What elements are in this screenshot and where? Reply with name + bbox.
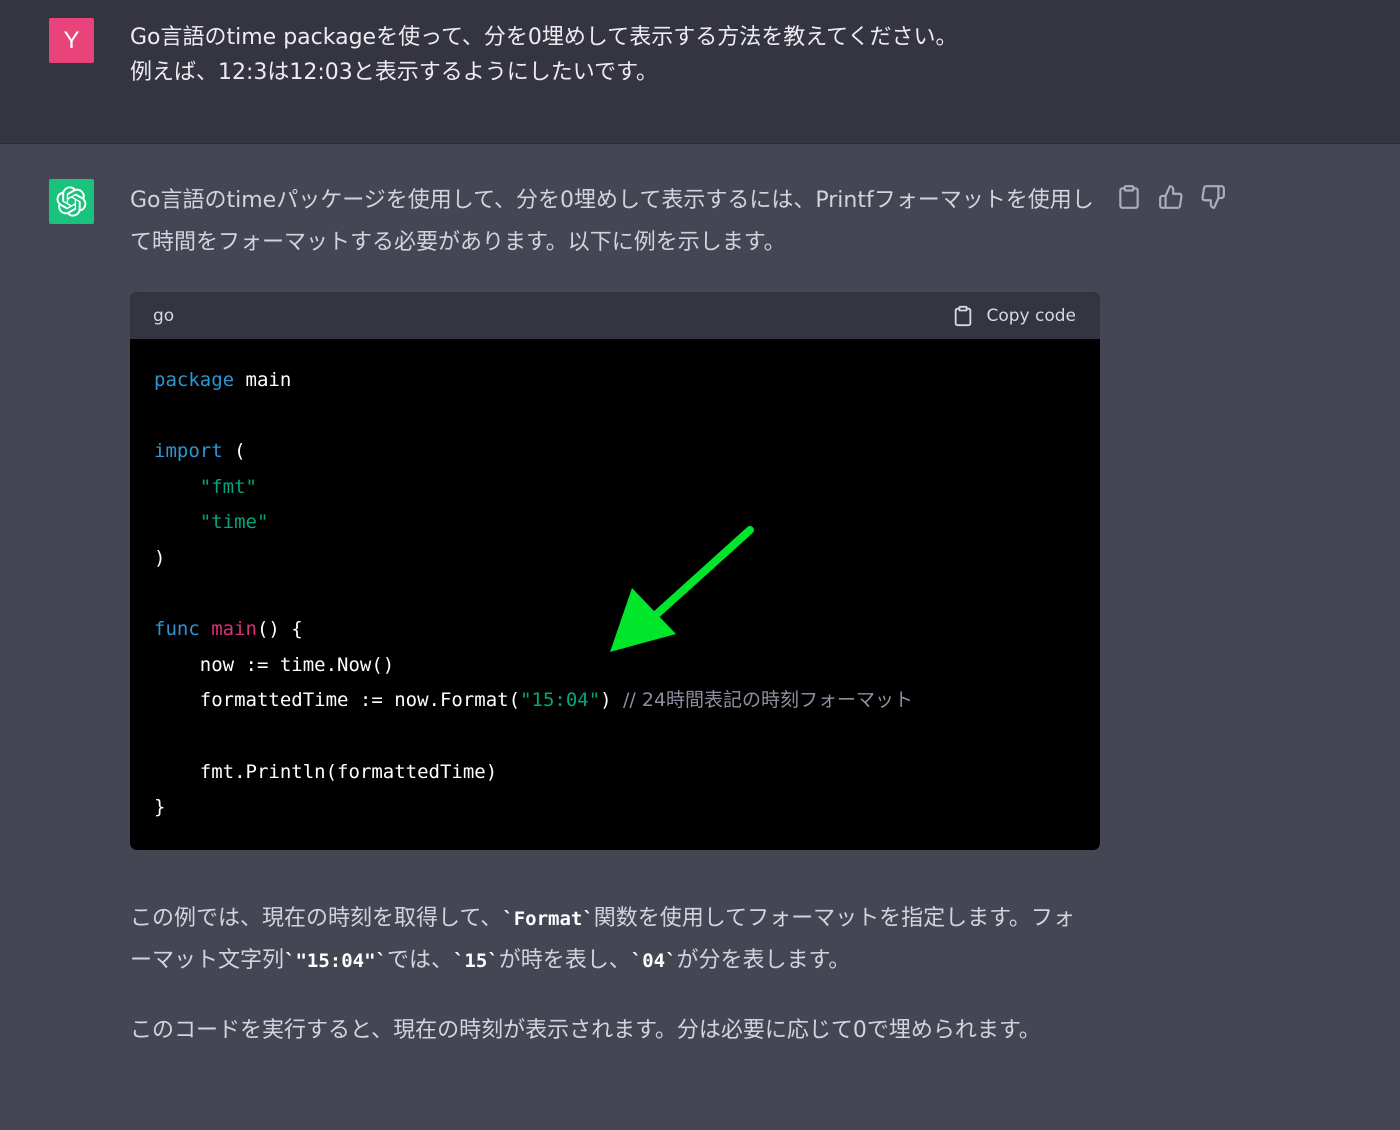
keyword-token: func — [154, 618, 200, 641]
keyword-token: package — [154, 369, 235, 391]
string-token: "time" — [199, 511, 269, 534]
clipboard-icon — [955, 305, 972, 327]
code-block: go Copy code package main import ( "fmt" … — [130, 292, 1100, 850]
user-message-row: Y Go言語のtime packageを使って、分を0埋めして表示する方法を教え… — [0, 0, 1400, 144]
thumbs-up-button[interactable] — [1158, 184, 1186, 212]
code-token: ) — [154, 546, 166, 569]
copy-message-button[interactable] — [1116, 184, 1144, 212]
arrow-shaft — [644, 526, 754, 626]
code-line: "fmt" — [154, 470, 1076, 506]
text-run: この例では、現在の時刻を取得して、 — [130, 906, 503, 931]
code-token: ( — [222, 440, 246, 463]
annotation-arrow-icon — [610, 526, 754, 652]
copy-code-button[interactable]: Copy code — [952, 304, 1076, 328]
user-message-line: 例えば、12:3は12:03と表示するようにしたいです。 — [130, 60, 658, 85]
code-token: ) — [600, 689, 624, 712]
thumbs-down-icon — [1201, 185, 1225, 209]
assistant-avatar — [49, 179, 94, 224]
code-token: formattedTime := now.Format( — [199, 689, 521, 712]
inline-code: `04` — [630, 950, 677, 972]
assistant-message-row: Go言語のtimeパッケージを使用して、分を0埋めして表示するには、Printf… — [0, 144, 1400, 1130]
thumbs-up-icon — [1159, 185, 1183, 209]
inline-code: `"15:04"` — [284, 950, 387, 972]
code-line: import ( — [154, 434, 1076, 470]
user-message-text: Go言語のtime packageを使って、分を0埋めして表示する方法を教えてく… — [130, 20, 1130, 90]
code-language-label: go — [153, 306, 175, 326]
openai-logo-icon — [56, 186, 87, 217]
code-token: () { — [256, 618, 303, 641]
text-run: が分を表します。 — [676, 948, 851, 973]
assistant-conclusion-text: このコードを実行すると、現在の時刻が表示されます。分は必要に応じて0で埋められま… — [130, 1018, 1041, 1043]
message-actions — [1116, 184, 1236, 214]
arrow-head — [610, 588, 676, 652]
keyword-token: import — [154, 440, 223, 463]
comment-token: // 24時間表記の時刻フォーマット — [623, 689, 914, 712]
code-line: formattedTime := now.Format("15:04") // … — [154, 683, 1076, 719]
assistant-explanation-text: この例では、現在の時刻を取得して、`Format`関数を使用してフォーマットを指… — [130, 898, 1090, 982]
code-token: } — [154, 796, 166, 819]
code-line: fmt.Println(formattedTime) — [154, 755, 1076, 791]
user-avatar: Y — [49, 18, 94, 63]
clipboard-icon — [1119, 185, 1139, 209]
code-token: now := time.Now() — [199, 653, 395, 676]
user-message-line: Go言語のtime packageを使って、分を0埋めして表示する方法を教えてく… — [130, 25, 958, 50]
thumbs-down-button[interactable] — [1200, 184, 1228, 212]
string-token: "15:04" — [520, 689, 601, 712]
code-token: main — [234, 369, 292, 391]
code-block-header: go Copy code — [130, 292, 1100, 339]
inline-code: `Format` — [502, 908, 594, 930]
inline-code: `15` — [452, 950, 499, 972]
code-line: package main — [154, 363, 1076, 399]
string-token: "fmt" — [199, 475, 257, 498]
assistant-intro-text: Go言語のtimeパッケージを使用して、分を0埋めして表示するには、Printf… — [130, 188, 1094, 255]
copy-code-label: Copy code — [986, 306, 1076, 326]
code-line: } — [154, 790, 1076, 826]
text-run: では、 — [386, 948, 453, 973]
function-name-token: main — [199, 618, 257, 641]
text-run: が時を表し、 — [498, 948, 631, 973]
assistant-message: Go言語のtimeパッケージを使用して、分を0埋めして表示するには、Printf… — [130, 180, 1100, 1043]
code-token: fmt.Println(formattedTime) — [199, 760, 498, 783]
